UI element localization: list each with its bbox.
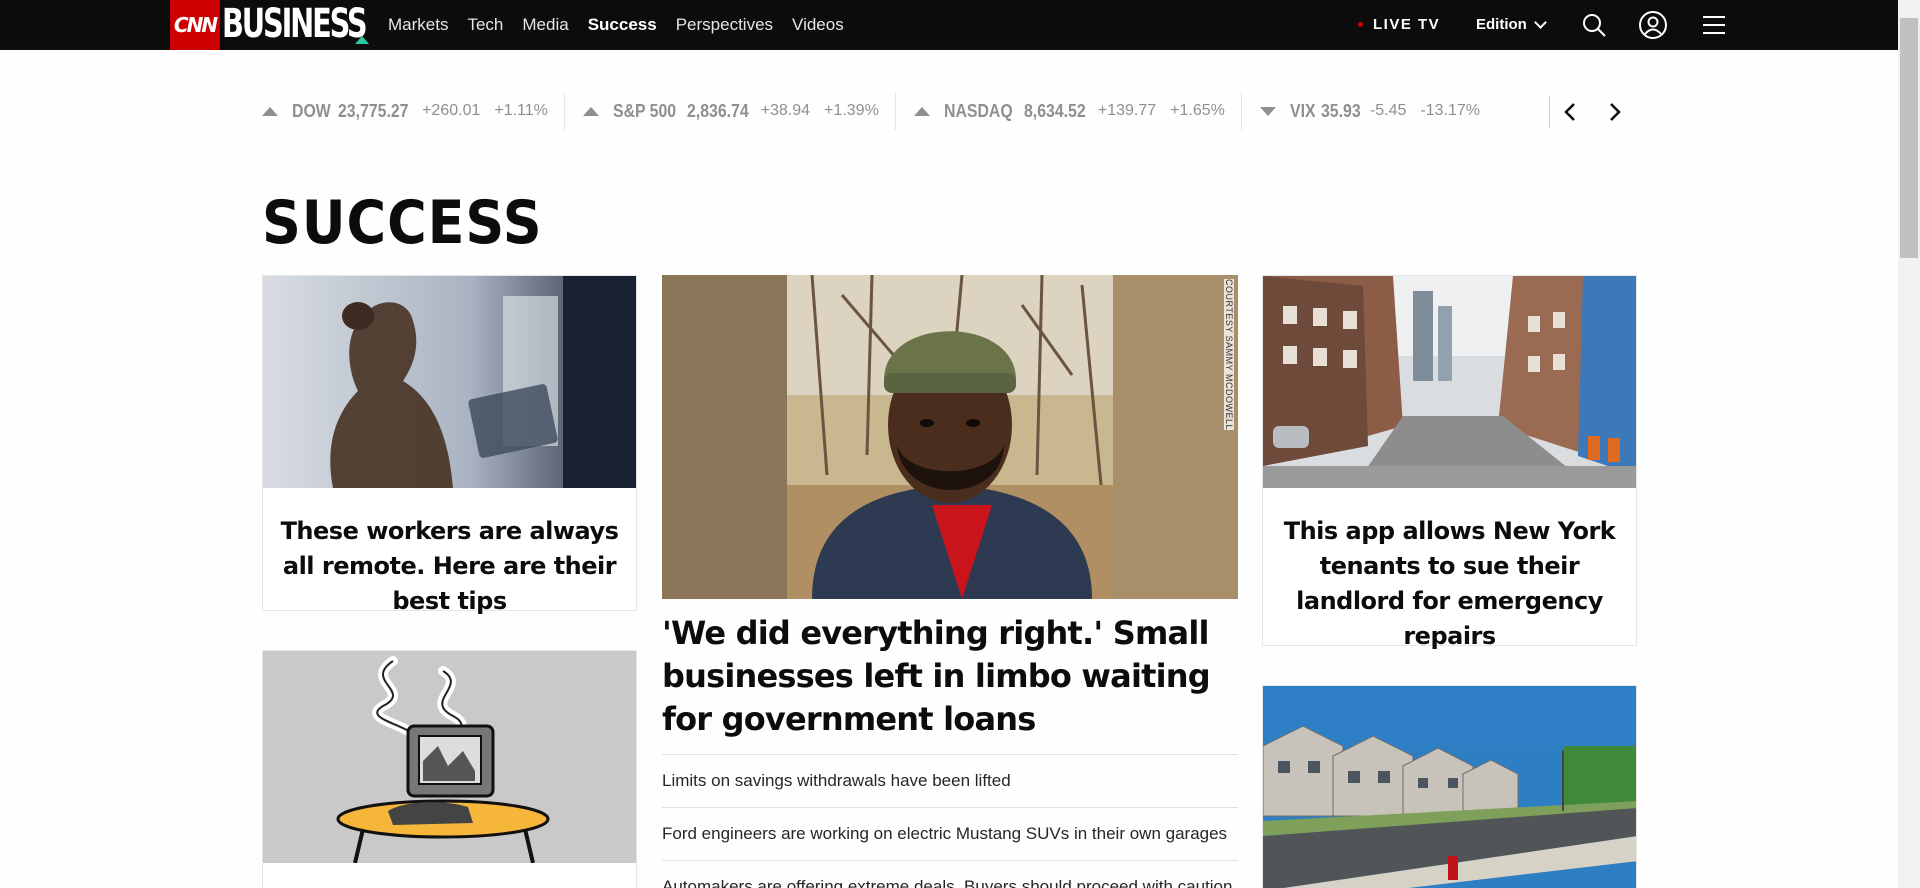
ticker-percent: -13.17% (1420, 102, 1481, 119)
nav-videos[interactable]: Videos (792, 15, 844, 35)
ticker-item-nasdaq[interactable]: NASDAQ 8,634.52 +139.77 +1.65% (913, 92, 1242, 130)
nav-perspectives[interactable]: Perspectives (676, 15, 773, 35)
ticker-name: VIX (1289, 100, 1316, 121)
ticker-value: 2,836.74 (686, 100, 749, 121)
photo-credit: COURTESY SAMMY MCDOWELL (1224, 279, 1234, 431)
edition-dropdown[interactable]: Edition (1476, 15, 1547, 33)
ticker-name: S&P 500 (612, 100, 677, 121)
nav-media[interactable]: Media (522, 15, 568, 35)
logo-accent-triangle (355, 36, 369, 44)
story-image (1263, 276, 1636, 488)
page-title: SUCCESS (262, 188, 543, 258)
ticker-percent: +1.39% (824, 102, 879, 119)
ticker-item-vix[interactable]: VIX 35.93 -5.45 -13.17% (1259, 92, 1496, 130)
search-icon[interactable] (1581, 12, 1607, 38)
ticker-change: +260.01 (422, 102, 481, 119)
story-card-ny-tenants[interactable]: This app allows New York tenants to sue … (1262, 275, 1637, 650)
story-image (263, 276, 636, 488)
ticker-change: +139.77 (1097, 102, 1157, 119)
nav-tech[interactable]: Tech (467, 15, 503, 35)
story-image (1263, 686, 1636, 888)
ticker-percent: +1.65% (1170, 102, 1225, 119)
section-nav: Markets Tech Media Success Perspectives … (388, 0, 863, 50)
ticker-value: 35.93 (1320, 100, 1361, 121)
ticker-value: 23,775.27 (338, 100, 409, 121)
ticker-item-dow[interactable]: DOW 23,775.27 +260.01 +1.11% (262, 92, 565, 130)
user-icon[interactable] (1638, 10, 1668, 40)
chevron-right-icon[interactable] (1604, 102, 1624, 122)
live-tv-link[interactable]: LIVE TV (1358, 16, 1440, 33)
chevron-down-icon (1533, 15, 1547, 29)
story-card-housing[interactable] (1262, 685, 1637, 888)
ticker-name: DOW (292, 100, 331, 121)
chevron-left-icon[interactable] (1561, 102, 1581, 122)
arrow-up-icon (582, 106, 599, 116)
featured-headline[interactable]: 'We did everything right.' Small busines… (662, 612, 1238, 741)
market-ticker: DOW 23,775.27 +260.01 +1.11% S&P 500 2,8… (262, 92, 1514, 130)
nav-success[interactable]: Success (588, 15, 657, 35)
ticker-change: +38.94 (760, 102, 811, 119)
menu-icon[interactable] (1701, 12, 1727, 38)
business-logo[interactable]: BUSINESS (222, 2, 368, 46)
arrow-down-icon (1259, 106, 1276, 116)
related-link[interactable]: Limits on savings withdrawals have been … (662, 754, 1238, 807)
scrollbar-thumb[interactable] (1900, 18, 1918, 258)
story-card-remote-workers[interactable]: These workers are always all remote. Her… (262, 275, 637, 615)
story-headline: These workers are always all remote. Her… (280, 517, 619, 615)
nav-markets[interactable]: Markets (388, 15, 448, 35)
related-link[interactable]: Automakers are offering extreme deals. B… (662, 860, 1238, 888)
ticker-name: NASDAQ (943, 100, 1013, 121)
ticker-divider (1549, 96, 1550, 128)
ticker-change: -5.45 (1369, 102, 1407, 119)
live-dot-icon (1358, 22, 1363, 27)
story-card-computer-illustration[interactable] (262, 650, 637, 888)
live-tv-label: LIVE TV (1373, 16, 1441, 33)
related-link[interactable]: Ford engineers are working on electric M… (662, 807, 1238, 860)
arrow-up-icon (262, 106, 278, 116)
story-headline: This app allows New York tenants to sue … (1283, 517, 1616, 650)
featured-story-image[interactable] (662, 275, 1238, 599)
cnn-logo[interactable]: CNN (170, 0, 220, 50)
ticker-percent: +1.11% (494, 102, 548, 119)
story-image (263, 651, 636, 863)
edition-label: Edition (1476, 16, 1527, 33)
arrow-up-icon (913, 106, 930, 116)
ticker-value: 8,634.52 (1023, 100, 1086, 121)
ticker-item-sp500[interactable]: S&P 500 2,836.74 +38.94 +1.39% (582, 92, 896, 130)
